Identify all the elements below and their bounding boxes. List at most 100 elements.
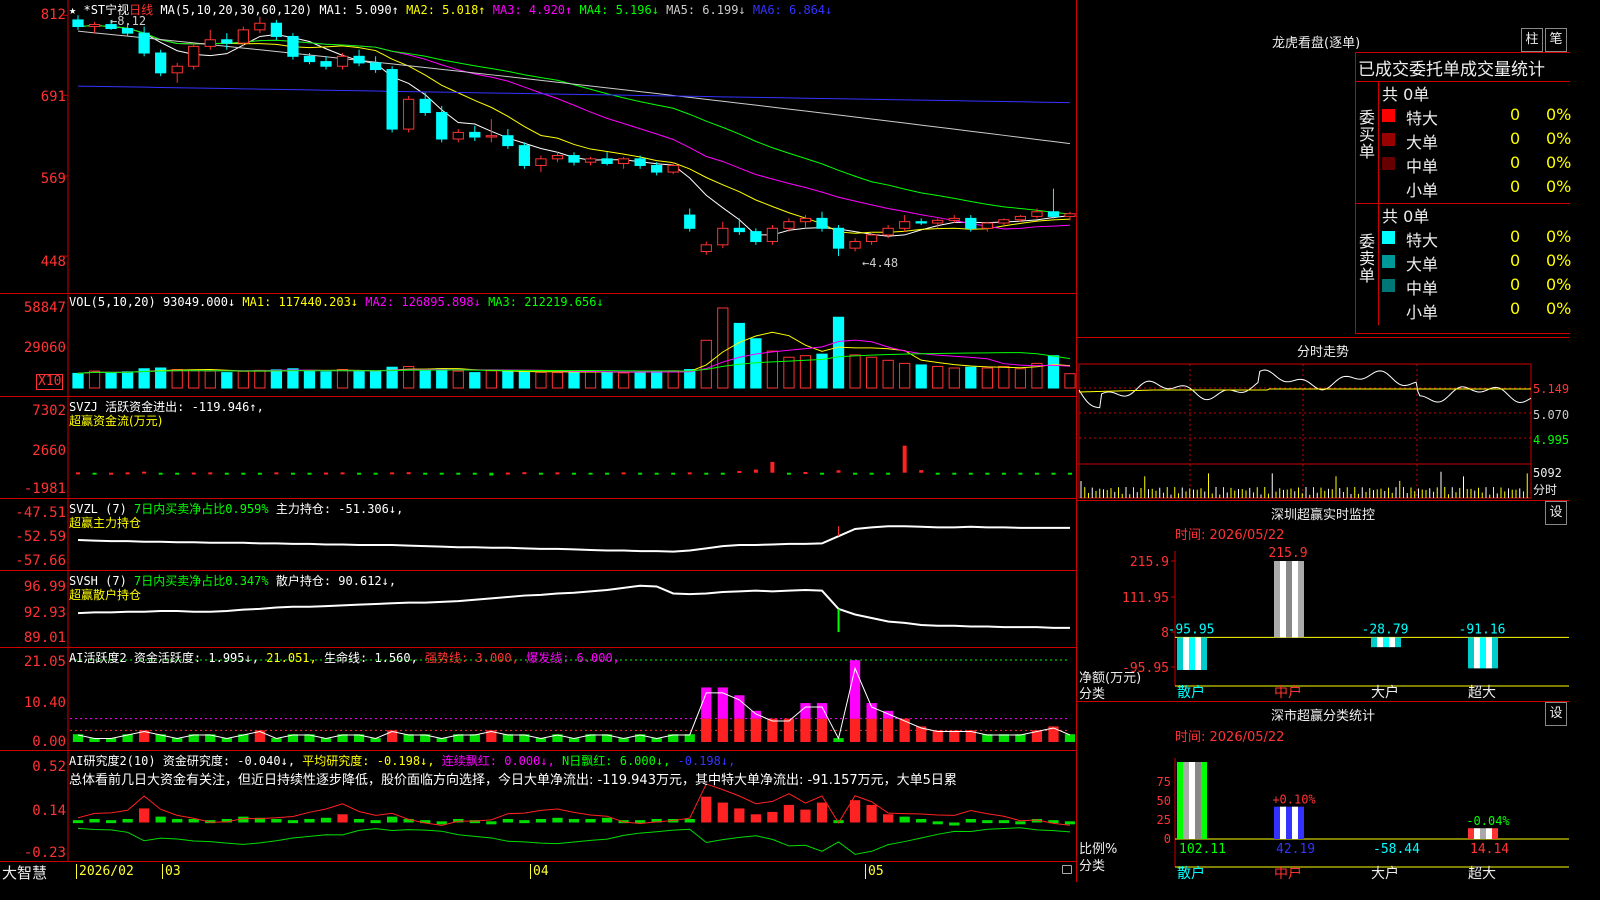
stats-bar-stripe — [1177, 762, 1183, 839]
svzj-panel[interactable]: 7302 2660 -1981 SVZJ 活跃资金进出: -119.946↑, … — [0, 397, 1076, 499]
svzj-bar — [572, 472, 576, 475]
volume-bar — [584, 370, 597, 389]
stroke-view-button[interactable]: 笔 — [1545, 28, 1567, 52]
volume-bar — [1047, 355, 1060, 389]
monitor-section[interactable]: 深圳超赢实时监控 设 时间: 2026/05/22 215.9 111.95 8 -9… — [1077, 501, 1569, 702]
ai2-bar — [139, 808, 150, 823]
candle-body — [700, 244, 712, 252]
svzj-bar — [886, 472, 891, 475]
ai2-v2: 平均研究度: -0.198↓, — [302, 754, 435, 768]
candle-body — [965, 217, 977, 229]
candle-body — [1047, 211, 1060, 217]
monitor-bar-stripe — [1292, 561, 1298, 638]
date-axis[interactable]: 大智慧 2026/02 03 04 05 — [0, 862, 1076, 882]
svzl-line — [77, 525, 1070, 553]
candle-body — [932, 219, 944, 224]
ai2-bar — [734, 808, 745, 823]
svzj-bar — [555, 472, 560, 475]
volume-bar — [535, 371, 547, 389]
svzj-bar — [605, 472, 610, 475]
volume-bar — [998, 365, 1010, 389]
stats-bar-stripe — [1183, 762, 1189, 839]
ai2-bar — [552, 817, 563, 823]
svzj-bar — [935, 472, 940, 475]
svzj-bar — [224, 472, 229, 475]
order-volume: 0 — [1510, 275, 1521, 294]
ai1-bar-red — [783, 718, 795, 742]
ai1-bar-red — [849, 718, 861, 742]
candle-body — [750, 231, 762, 243]
candle-body — [1014, 215, 1027, 221]
stats-value: -58.44 — [1373, 842, 1420, 857]
svzj-bar — [770, 461, 775, 473]
volume-bar — [1064, 373, 1076, 389]
price-panel[interactable]: 812 691 569 448 ★ *ST宁视日线 MA(5,10,20,30,… — [0, 0, 1076, 294]
order-row: 中单 0 0% — [1380, 153, 1571, 176]
lock-icon[interactable] — [1062, 865, 1072, 874]
svzj-bar — [1034, 472, 1039, 475]
stats-section[interactable]: 深市超赢分类统计 设 时间: 2026/05/22 75 50 25 0 102.11 散… — [1077, 702, 1569, 882]
svzj-bar — [687, 472, 692, 475]
order-row: 小单 0 0% — [1380, 299, 1571, 322]
order-swatch — [1382, 303, 1395, 316]
ai2-bar — [1015, 821, 1026, 825]
intraday-vol-label: 分时 — [1533, 483, 1558, 497]
volume-bar — [965, 366, 977, 389]
candle-body — [336, 55, 349, 67]
svzj-bar — [704, 472, 709, 475]
stats-bar-stripe — [1468, 828, 1474, 839]
right-panel[interactable]: 龙虎看盘(逐单) 柱 笔 已成交委托单成交量统计 委买单 委卖单 共 0单 共 … — [1076, 0, 1571, 882]
ai2-label: AI研究度2(10) — [69, 754, 156, 768]
main-chart-area[interactable]: 812 691 569 448 ★ *ST宁视日线 MA(5,10,20,30,… — [0, 0, 1076, 882]
stats-bar-stripe — [1486, 828, 1492, 839]
volume-bar — [634, 372, 646, 389]
favorite-star-icon[interactable]: ★ — [69, 3, 76, 17]
order-volume: 0 — [1510, 227, 1521, 246]
candle-body — [353, 55, 365, 64]
vol-values: 93049.000↓ MA1: 117440.203↓ MA2: 126895.… — [163, 295, 604, 309]
svzj-line2: 超赢资金流(万元) — [69, 414, 163, 428]
monitor-bar-stripe — [1274, 561, 1280, 638]
intraday-tick-1: 5.149 — [1533, 382, 1570, 396]
ai2-bar — [337, 814, 348, 823]
ai2-v4: N日飘红: 6.000↓, — [562, 754, 671, 768]
monitor-bar-chart[interactable]: 215.9111.958-95.95-95.95散户215.9中户-28.79大… — [1077, 501, 1569, 701]
svzj-bar — [257, 472, 262, 475]
ai2-bar — [320, 817, 332, 823]
volume-panel[interactable]: 58847 29060 X10 VOL(5,10,20) 93049.000↓ … — [0, 294, 1076, 397]
stats-bar-stripe — [1292, 806, 1298, 839]
intraday-chart[interactable] — [1077, 338, 1569, 500]
monitor-bar — [1177, 637, 1207, 670]
svzj-bar — [638, 472, 643, 475]
monitor-category: 散户 — [1177, 684, 1205, 701]
bar-view-button[interactable]: 柱 — [1521, 28, 1543, 52]
candle-body — [204, 39, 216, 47]
ai-activity-panel[interactable]: 21.05 10.40 0.00 AI活跃度2 资金活跃度: 1.995↓, 2… — [0, 648, 1076, 751]
stats-bar — [1274, 806, 1304, 839]
candle-body — [584, 158, 597, 163]
stats-bar-chart[interactable]: 75 50 25 0 102.11 散户 +0.10% 42.19 中户 -58.44 大户 -0.0… — [1077, 702, 1569, 882]
svzj-bar — [489, 472, 494, 476]
volume-bar — [237, 370, 249, 389]
svzj-bar — [968, 472, 973, 475]
svzj-bar — [1018, 472, 1023, 475]
ai2-bar — [998, 820, 1009, 824]
monitor-bar — [1371, 637, 1401, 648]
volume-bar — [303, 370, 316, 389]
volume-chart[interactable] — [0, 294, 1076, 396]
candle-body — [88, 24, 101, 28]
candle-body — [551, 155, 564, 160]
volume-bar — [601, 371, 613, 389]
svzl-panel[interactable]: -47.51 -52.59 -57.66 SVZL (7) 7日内买卖净占比0.… — [0, 499, 1076, 571]
svzj-bar — [671, 472, 676, 475]
ai2-bar — [353, 818, 365, 823]
stats-category: 散户 — [1177, 865, 1205, 882]
candlestick-chart[interactable] — [0, 0, 1076, 293]
ma-line-3 — [77, 25, 1071, 230]
ai-research-panel[interactable]: 0.52 0.14 -0.23 AI研究度2(10) 资金研究度: -0.040… — [0, 751, 1076, 862]
sell-group-label: 委卖单 — [1359, 232, 1376, 285]
order-stats-box: 已成交委托单成交量统计 委买单 委卖单 共 0单 共 0单 特大 0 0% 大单 0 0%… — [1355, 52, 1571, 334]
vol-values-0: 93049.000↓ — [162, 295, 243, 309]
svsh-panel[interactable]: 96.99 92.93 89.01 SVSH (7) 7日内买卖净占比0.347… — [0, 571, 1076, 648]
intraday-section[interactable]: 分时走势 5.149 5.070 4.995 5092 分时 — [1077, 338, 1569, 501]
